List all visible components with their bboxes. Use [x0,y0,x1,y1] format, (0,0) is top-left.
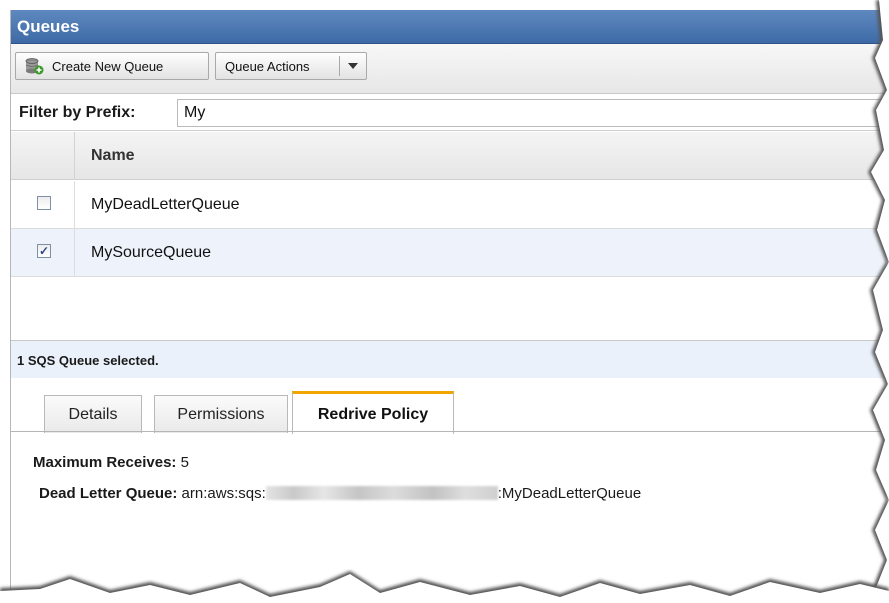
queue-actions-button[interactable]: Queue Actions [215,52,367,80]
filter-label: Filter by Prefix: [19,104,136,121]
create-new-queue-button[interactable]: Create New Queue [15,52,209,80]
table-row[interactable]: ✓ MySourceQueue [11,229,889,277]
window-title: Queues [17,17,80,36]
database-add-icon [24,57,44,75]
dlq-arn-prefix: arn:aws:sqs: [181,485,266,502]
max-receives-row: Maximum Receives: 5 [33,454,889,471]
tab-details[interactable]: Details [44,395,142,433]
queue-name: MySourceQueue [91,244,212,261]
max-receives-value: 5 [180,454,189,471]
queue-name: MyDeadLetterQueue [91,196,240,213]
dlq-label: Dead Letter Queue: [39,485,178,502]
redacted-account-id [265,486,498,500]
filter-prefix-input[interactable] [177,99,889,127]
create-new-queue-label: Create New Queue [52,58,164,74]
title-bar: Queues [11,10,889,44]
selection-status-bar: 1 SQS Queue selected. [11,340,889,378]
tab-permissions[interactable]: Permissions [154,395,288,433]
header-select-cell [11,132,75,180]
table-header: Name [11,132,889,180]
selection-status: 1 SQS Queue selected. [17,353,159,368]
dlq-arn-suffix: :MyDeadLetterQueue [497,485,642,502]
row-select-cell [11,181,75,228]
detail-tabs: Details Permissions Redrive Policy [11,378,889,434]
toolbar: Create New Queue Queue Actions [11,44,889,94]
row-checkbox[interactable]: ✓ [37,244,51,258]
filter-bar: Filter by Prefix: [11,95,889,131]
dead-letter-queue-row: Dead Letter Queue: arn:aws:sqs: :MyDeadLe… [39,485,889,502]
queue-actions-label: Queue Actions [225,58,310,74]
row-checkbox[interactable] [37,196,51,210]
column-header-name[interactable]: Name [91,147,135,165]
row-select-cell: ✓ [11,229,75,276]
chevron-down-icon[interactable] [340,63,366,69]
table-row[interactable]: MyDeadLetterQueue [11,181,889,229]
queues-panel: Queues Create New Queue Queue Actions Fi… [10,10,889,590]
tab-divider [11,431,889,432]
max-receives-label: Maximum Receives: [33,454,177,471]
tab-redrive-policy[interactable]: Redrive Policy [292,391,454,434]
